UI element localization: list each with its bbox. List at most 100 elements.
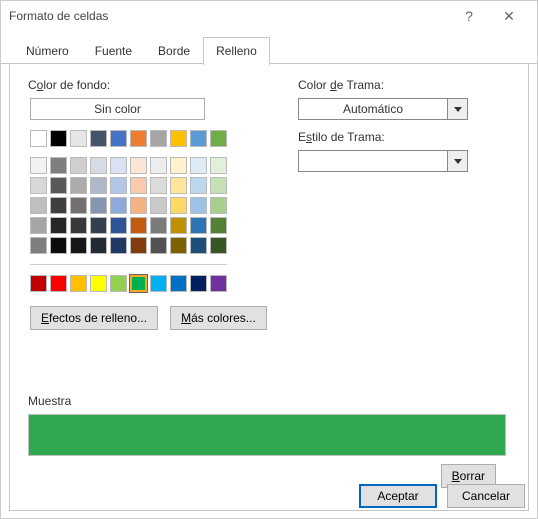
- color-swatch[interactable]: [190, 217, 207, 234]
- color-swatch[interactable]: [210, 217, 227, 234]
- color-swatch[interactable]: [70, 275, 87, 292]
- color-swatch[interactable]: [90, 275, 107, 292]
- color-swatch[interactable]: [170, 217, 187, 234]
- color-swatch[interactable]: [170, 177, 187, 194]
- color-swatch[interactable]: [190, 237, 207, 254]
- color-swatch[interactable]: [150, 157, 167, 174]
- pattern-style-combo[interactable]: [298, 150, 468, 172]
- ok-button[interactable]: Aceptar: [359, 484, 437, 508]
- color-swatch[interactable]: [110, 157, 127, 174]
- color-swatch[interactable]: [90, 217, 107, 234]
- color-swatch[interactable]: [210, 177, 227, 194]
- color-swatch[interactable]: [170, 197, 187, 214]
- color-swatch[interactable]: [210, 197, 227, 214]
- color-swatch[interactable]: [170, 130, 187, 147]
- color-swatch[interactable]: [50, 237, 67, 254]
- color-swatch[interactable]: [130, 177, 147, 194]
- tab-font[interactable]: Fuente: [82, 37, 145, 64]
- color-swatch[interactable]: [30, 197, 47, 214]
- color-swatch[interactable]: [190, 157, 207, 174]
- color-swatch[interactable]: [190, 275, 207, 292]
- color-swatch[interactable]: [30, 177, 47, 194]
- fill-panel: Color de fondo: Sin color Efectos de rel…: [10, 64, 528, 498]
- color-swatch[interactable]: [150, 237, 167, 254]
- color-swatch[interactable]: [190, 177, 207, 194]
- color-swatch[interactable]: [210, 275, 227, 292]
- color-swatch[interactable]: [30, 157, 47, 174]
- color-swatch[interactable]: [150, 197, 167, 214]
- dialog-footer: Aceptar Cancelar: [359, 484, 525, 508]
- color-swatch[interactable]: [130, 157, 147, 174]
- color-swatch[interactable]: [150, 177, 167, 194]
- chevron-down-icon: [447, 151, 467, 171]
- color-swatch[interactable]: [50, 130, 67, 147]
- color-swatch[interactable]: [110, 237, 127, 254]
- standard-color-row: [30, 275, 268, 292]
- color-swatch[interactable]: [70, 157, 87, 174]
- fill-effects-button[interactable]: Efectos de relleno...: [30, 306, 158, 330]
- help-button[interactable]: ?: [449, 8, 489, 24]
- color-swatch[interactable]: [110, 130, 127, 147]
- color-swatch[interactable]: [70, 237, 87, 254]
- color-swatch[interactable]: [170, 237, 187, 254]
- color-swatch[interactable]: [110, 275, 127, 292]
- color-swatch[interactable]: [210, 237, 227, 254]
- color-swatch[interactable]: [50, 217, 67, 234]
- tab-border[interactable]: Borde: [145, 37, 203, 64]
- color-swatch[interactable]: [150, 275, 167, 292]
- no-color-button[interactable]: Sin color: [30, 98, 205, 120]
- more-colors-button[interactable]: Más colores...: [170, 306, 267, 330]
- color-swatch[interactable]: [210, 130, 227, 147]
- color-swatch[interactable]: [90, 130, 107, 147]
- color-swatch[interactable]: [90, 177, 107, 194]
- tab-bar: Número Fuente Borde Relleno: [1, 31, 537, 64]
- color-swatch[interactable]: [150, 217, 167, 234]
- sample-preview: [28, 414, 506, 456]
- color-swatch[interactable]: [70, 130, 87, 147]
- color-swatch[interactable]: [70, 197, 87, 214]
- color-swatch[interactable]: [50, 275, 67, 292]
- color-swatch[interactable]: [190, 130, 207, 147]
- color-swatch[interactable]: [90, 197, 107, 214]
- color-swatch[interactable]: [70, 177, 87, 194]
- tab-number[interactable]: Número: [13, 37, 82, 64]
- color-swatch[interactable]: [130, 217, 147, 234]
- color-swatch[interactable]: [150, 130, 167, 147]
- pattern-style-label: Estilo de Trama:: [298, 130, 510, 144]
- pattern-color-combo[interactable]: Automático: [298, 98, 468, 120]
- color-divider: [30, 264, 227, 265]
- color-swatch[interactable]: [170, 275, 187, 292]
- close-button[interactable]: ✕: [489, 8, 529, 25]
- cancel-button[interactable]: Cancelar: [447, 484, 525, 508]
- color-swatch[interactable]: [130, 197, 147, 214]
- color-swatch[interactable]: [50, 157, 67, 174]
- color-swatch[interactable]: [130, 130, 147, 147]
- theme-header-row: [30, 130, 268, 147]
- color-swatch[interactable]: [30, 130, 47, 147]
- color-swatch[interactable]: [130, 237, 147, 254]
- color-swatch[interactable]: [90, 237, 107, 254]
- sample-label: Muestra: [28, 394, 510, 408]
- color-swatch[interactable]: [110, 217, 127, 234]
- tab-fill[interactable]: Relleno: [203, 37, 270, 65]
- bg-color-label: Color de fondo:: [28, 78, 268, 92]
- color-swatch[interactable]: [210, 157, 227, 174]
- color-swatch[interactable]: [30, 275, 47, 292]
- pattern-color-label: Color de Trama:: [298, 78, 510, 92]
- chevron-down-icon: [447, 99, 467, 119]
- color-swatch[interactable]: [30, 217, 47, 234]
- color-swatch[interactable]: [90, 157, 107, 174]
- color-swatch[interactable]: [130, 275, 147, 292]
- color-swatch[interactable]: [50, 177, 67, 194]
- color-swatch[interactable]: [110, 177, 127, 194]
- window-title: Formato de celdas: [9, 9, 449, 23]
- theme-color-grid: [30, 157, 268, 254]
- color-swatch[interactable]: [110, 197, 127, 214]
- no-color-label: Sin color: [94, 102, 141, 116]
- color-swatch[interactable]: [50, 197, 67, 214]
- pattern-color-value: Automático: [299, 102, 447, 116]
- color-swatch[interactable]: [30, 237, 47, 254]
- color-swatch[interactable]: [70, 217, 87, 234]
- color-swatch[interactable]: [190, 197, 207, 214]
- color-swatch[interactable]: [170, 157, 187, 174]
